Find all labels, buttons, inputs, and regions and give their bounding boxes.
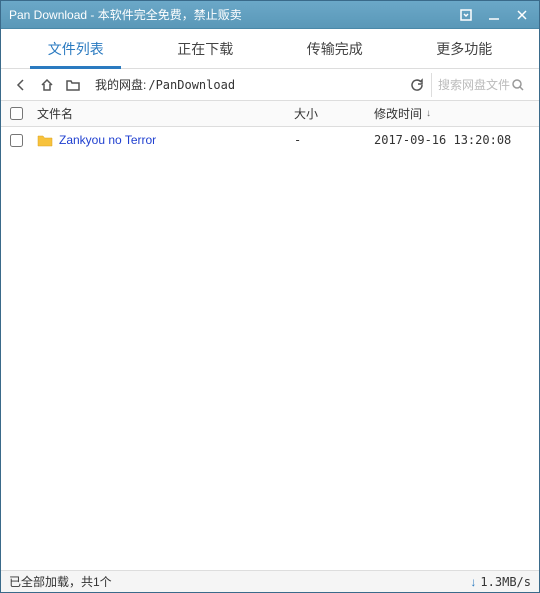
toolbar: 我的网盘: /PanDownload [1,69,539,101]
titlebar[interactable]: Pan Download - 本软件完全免费，禁止贩卖 [1,1,539,29]
status-bar: 已全部加载，共1个 ↓ 1.3MB/s [1,570,539,592]
app-window: Pan Download - 本软件完全免费，禁止贩卖 文件列表 正在下载 传输… [0,0,540,593]
file-list[interactable]: Zankyou no Terror - 2017-09-16 13:20:08 [1,127,539,570]
tab-downloading[interactable]: 正在下载 [141,29,271,68]
dropdown-button[interactable] [455,6,477,24]
folder-icon [37,134,53,147]
column-name[interactable]: 文件名 [31,105,294,122]
sort-desc-icon: ↓ [426,108,431,119]
back-button[interactable] [9,73,33,97]
new-folder-button[interactable] [61,73,85,97]
tab-more[interactable]: 更多功能 [400,29,530,68]
tab-file-list[interactable]: 文件列表 [11,29,141,68]
download-icon: ↓ [470,575,476,589]
select-all-checkbox[interactable] [10,107,23,120]
tab-bar: 文件列表 正在下载 传输完成 更多功能 [1,29,539,69]
column-header: 文件名 大小 修改时间 ↓ [1,101,539,127]
column-date[interactable]: 修改时间 ↓ [374,105,539,122]
speed-value: 1.3MB/s [480,575,531,589]
tab-completed[interactable]: 传输完成 [270,29,400,68]
column-size[interactable]: 大小 [294,105,374,122]
refresh-button[interactable] [405,73,429,97]
path-value: /PanDownload [148,78,235,92]
close-button[interactable] [511,6,533,24]
status-text: 已全部加载，共1个 [9,573,470,590]
file-date: 2017-09-16 13:20:08 [374,133,539,147]
table-row[interactable]: Zankyou no Terror - 2017-09-16 13:20:08 [1,127,539,153]
search-icon[interactable] [510,77,526,93]
titlebar-buttons [455,6,533,24]
row-checkbox[interactable] [10,134,23,147]
home-button[interactable] [35,73,59,97]
path-label: 我的网盘: [95,76,146,93]
file-name: Zankyou no Terror [59,133,156,147]
search-input[interactable] [438,78,510,92]
minimize-button[interactable] [483,6,505,24]
search-box [431,73,531,97]
titlebar-text: Pan Download - 本软件完全免费，禁止贩卖 [7,6,455,23]
file-size: - [294,133,374,147]
